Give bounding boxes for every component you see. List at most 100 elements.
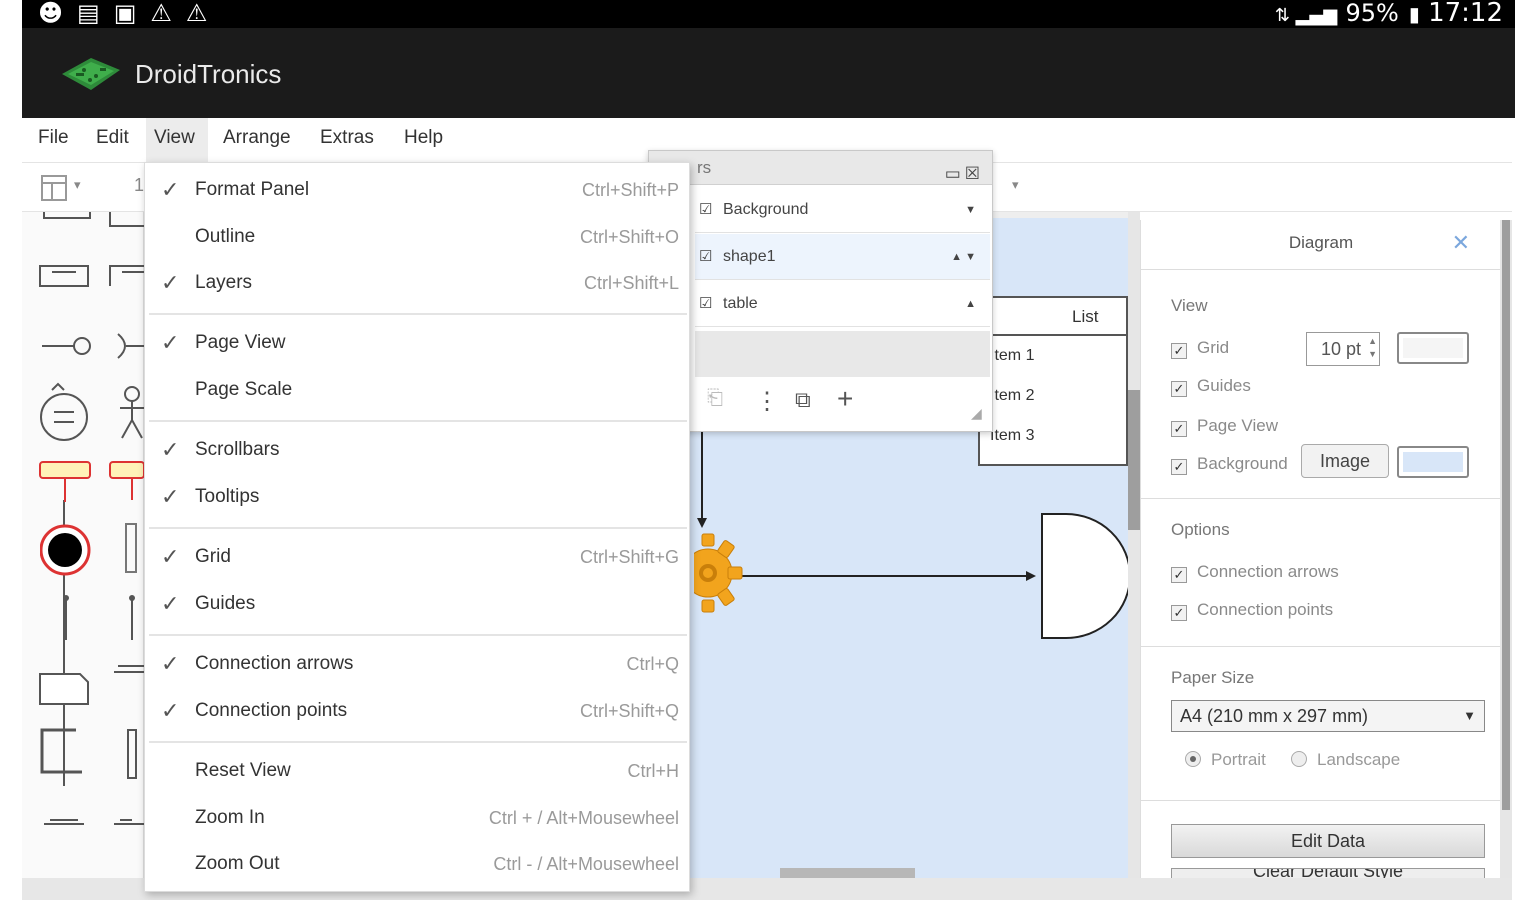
menu-arrange[interactable]: Arrange bbox=[215, 118, 299, 162]
menu-item-guides[interactable]: ✓ Guides bbox=[145, 581, 691, 627]
menu-item-connection-points[interactable]: ✓ Connection points Ctrl+Shift+Q bbox=[145, 688, 691, 734]
menu-item-scrollbars[interactable]: ✓ Scrollbars bbox=[145, 427, 691, 473]
connection-points-checkbox[interactable]: ✓ Connection points bbox=[1171, 600, 1333, 621]
list-item[interactable]: Item 2 bbox=[980, 376, 1126, 416]
check-icon: ✓ bbox=[161, 591, 180, 616]
horizontal-scrollbar[interactable] bbox=[780, 868, 915, 878]
panel-toggle-icon[interactable] bbox=[40, 173, 70, 203]
shape-palette-graphics bbox=[22, 212, 145, 825]
menu-edit[interactable]: Edit bbox=[88, 118, 137, 162]
radio-icon[interactable] bbox=[1185, 751, 1201, 767]
list-shape[interactable]: List Item 1 Item 2 Item 3 bbox=[978, 296, 1128, 466]
checkbox-icon[interactable]: ✓ bbox=[1171, 421, 1187, 437]
shortcut: Ctrl - / Alt+Mousewheel bbox=[493, 854, 679, 874]
guides-checkbox[interactable]: ✓ Guides bbox=[1171, 376, 1251, 397]
format-panel-scrollbar[interactable] bbox=[1500, 220, 1512, 878]
list-item[interactable]: Item 3 bbox=[980, 416, 1126, 456]
menu-item-outline[interactable]: Outline Ctrl+Shift+O bbox=[145, 214, 691, 260]
menu-separator bbox=[149, 420, 687, 422]
grid-color-swatch[interactable] bbox=[1397, 332, 1469, 364]
menu-file[interactable]: File bbox=[30, 118, 77, 162]
delete-layer-icon[interactable]: ⎗ bbox=[707, 387, 723, 410]
menu-item-zoom-in[interactable]: Zoom In Ctrl + / Alt+Mousewheel bbox=[145, 795, 691, 841]
checkbox-icon[interactable]: ✓ bbox=[1171, 343, 1187, 359]
layer-arrows[interactable]: ▲ ▼ bbox=[951, 234, 976, 280]
chevron-down-icon[interactable]: ▾ bbox=[74, 177, 81, 207]
menu-item-label: Page View bbox=[195, 332, 286, 353]
menu-help[interactable]: Help bbox=[396, 118, 451, 162]
duplicate-layer-icon[interactable]: ⧉ bbox=[795, 387, 811, 413]
menu-item-layers[interactable]: ✓ Layers Ctrl+Shift+L bbox=[145, 260, 691, 306]
more-options-icon[interactable]: ⋮ bbox=[755, 387, 779, 416]
menu-extras[interactable]: Extras bbox=[312, 118, 382, 162]
portrait-radio[interactable]: Portrait bbox=[1185, 750, 1266, 770]
menu-item-connection-arrows[interactable]: ✓ Connection arrows Ctrl+Q bbox=[145, 641, 691, 687]
radio-icon[interactable] bbox=[1291, 751, 1307, 767]
menu-item-grid[interactable]: ✓ Grid Ctrl+Shift+G bbox=[145, 534, 691, 580]
list-item[interactable]: Item 1 bbox=[980, 336, 1126, 376]
chevron-down-icon[interactable]: ▾ bbox=[1012, 177, 1019, 207]
connection-arrows-checkbox[interactable]: ✓ Connection arrows bbox=[1171, 562, 1339, 583]
layers-title: rs ▭☒ bbox=[649, 151, 992, 185]
landscape-label: Landscape bbox=[1317, 750, 1401, 769]
page-indicator: 1 bbox=[134, 175, 145, 195]
warning-icon: ⚠ bbox=[185, 0, 222, 27]
menu-item-label: Tooltips bbox=[195, 486, 260, 507]
clear-default-style-button[interactable]: Clear Default Style bbox=[1171, 868, 1485, 878]
checkbox-icon[interactable]: ✓ bbox=[1171, 567, 1187, 583]
connection-points-label: Connection points bbox=[1197, 600, 1334, 619]
layer-arrows[interactable]: ▼ bbox=[965, 187, 976, 233]
landscape-radio[interactable]: Landscape bbox=[1291, 750, 1400, 770]
menu-item-reset-view[interactable]: Reset View Ctrl+H bbox=[145, 748, 691, 794]
edit-data-button[interactable]: Edit Data bbox=[1171, 824, 1485, 858]
app-root: ☻▤▣⚠⚠ ⇅ ▂▄▆ 95% ▮ 17:12 DroidTronics File… bbox=[0, 0, 1536, 900]
and-gate-shape[interactable] bbox=[1040, 512, 1132, 640]
menu-item-page-scale[interactable]: Page Scale bbox=[145, 367, 691, 413]
checkbox-icon[interactable]: ✓ bbox=[1171, 381, 1187, 397]
background-color-swatch[interactable] bbox=[1397, 446, 1469, 478]
stepper-arrows-icon[interactable]: ▲ ▼ bbox=[1368, 335, 1377, 361]
menu-separator bbox=[149, 313, 687, 315]
layer-arrows[interactable]: ▲ bbox=[965, 281, 976, 327]
background-checkbox[interactable]: ✓ Background bbox=[1171, 454, 1288, 475]
menu-view[interactable]: View bbox=[146, 118, 208, 162]
menu-item-page-view[interactable]: ✓ Page View bbox=[145, 320, 691, 366]
grid-checkbox[interactable]: ✓ Grid bbox=[1171, 338, 1229, 359]
layer-visible-checkbox[interactable]: ☑ bbox=[699, 187, 712, 233]
image-button[interactable]: Image bbox=[1301, 444, 1389, 478]
layer-row-background[interactable]: ☑ Background ▼ bbox=[695, 187, 990, 233]
divider bbox=[1141, 646, 1501, 647]
menu-item-format-panel[interactable]: ✓ Format Panel Ctrl+Shift+P bbox=[145, 167, 691, 213]
scrollbar-thumb[interactable] bbox=[1502, 220, 1510, 810]
resize-handle-icon[interactable]: ◢ bbox=[971, 405, 982, 422]
chevron-down-icon[interactable]: ▼ bbox=[1463, 701, 1476, 731]
check-icon: ✓ bbox=[161, 651, 180, 676]
clock: 17:12 bbox=[1428, 0, 1503, 28]
options-section-heading: Options bbox=[1171, 520, 1230, 539]
layer-row-shape1[interactable]: ☑ shape1 ▲ ▼ bbox=[695, 234, 990, 280]
menu-item-label: Layers bbox=[195, 272, 253, 293]
menu-item-tooltips[interactable]: ✓ Tooltips bbox=[145, 474, 691, 520]
add-layer-icon[interactable]: + bbox=[837, 383, 853, 415]
checkbox-icon[interactable]: ✓ bbox=[1171, 605, 1187, 621]
paper-size-select[interactable]: A4 (210 mm x 297 mm) ▼ bbox=[1171, 700, 1485, 732]
vertical-scrollbar[interactable] bbox=[1128, 212, 1140, 878]
shortcut: Ctrl+Shift+Q bbox=[579, 701, 679, 721]
minimize-icon[interactable]: ▭ bbox=[945, 164, 965, 183]
swatch-fill bbox=[1403, 452, 1463, 472]
scrollbar-thumb[interactable] bbox=[1128, 390, 1140, 530]
layer-visible-checkbox[interactable]: ☑ bbox=[699, 281, 712, 327]
app-bar: DroidTronics bbox=[22, 28, 1515, 118]
gear-shape-icon[interactable] bbox=[690, 528, 744, 618]
checkbox-icon[interactable]: ✓ bbox=[1171, 459, 1187, 475]
menu-item-zoom-out[interactable]: Zoom Out Ctrl - / Alt+Mousewheel bbox=[145, 841, 691, 887]
menu-item-label: Grid bbox=[195, 546, 231, 567]
layer-visible-checkbox[interactable]: ☑ bbox=[699, 234, 712, 280]
close-icon[interactable]: ☒ bbox=[965, 164, 984, 183]
close-icon[interactable]: ✕ bbox=[1452, 230, 1470, 256]
layer-name: Background bbox=[723, 201, 809, 218]
page-view-checkbox[interactable]: ✓ Page View bbox=[1171, 416, 1278, 437]
menu-item-label: Outline bbox=[195, 226, 256, 247]
grid-size-stepper[interactable]: 10 pt ▲ ▼ bbox=[1306, 332, 1380, 366]
layer-row-table[interactable]: ☑ table ▲ bbox=[695, 281, 990, 327]
